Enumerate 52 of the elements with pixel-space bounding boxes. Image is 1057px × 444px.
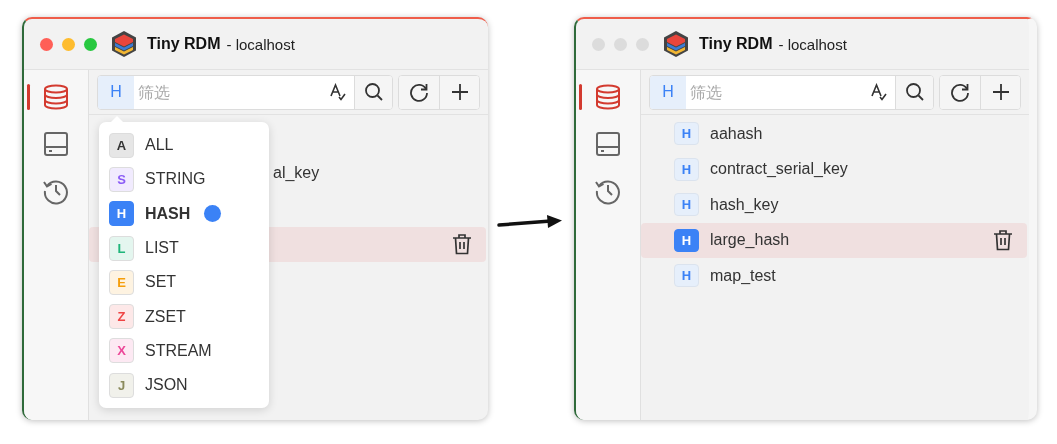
window-subtitle: - localhost: [226, 35, 295, 53]
app-logo-icon: [111, 30, 137, 58]
window-title: Tiny RDM: [699, 35, 773, 53]
refresh-icon[interactable]: [409, 82, 429, 102]
key-name[interactable]: contract_serial_key: [710, 160, 848, 179]
refresh-icon[interactable]: [950, 82, 970, 102]
database-icon[interactable]: [42, 83, 70, 111]
add-button[interactable]: [439, 75, 479, 109]
type-badge: Z: [109, 304, 134, 330]
type-menu-item[interactable]: H HASH: [99, 196, 269, 231]
type-badge: H: [674, 228, 699, 252]
type-badge: A: [109, 132, 134, 158]
close-button[interactable]: [40, 37, 53, 51]
plus-icon[interactable]: [990, 82, 1011, 102]
type-badge: X: [109, 338, 134, 364]
key-name[interactable]: large_hash: [710, 231, 790, 250]
type-menu-item[interactable]: J JSON: [99, 368, 269, 403]
type-menu-item[interactable]: A ALL: [99, 128, 269, 163]
history-icon[interactable]: [42, 177, 70, 205]
refresh-button[interactable]: [940, 75, 980, 109]
key-name[interactable]: aahash: [710, 124, 763, 143]
type-badge: E: [109, 269, 134, 295]
type-badge: H: [674, 193, 699, 217]
trash-icon[interactable]: [993, 229, 1013, 252]
arrow-icon: [497, 214, 563, 230]
type-menu-item[interactable]: L LIST: [99, 230, 269, 266]
window-title: Tiny RDM: [147, 35, 221, 53]
type-menu-item[interactable]: X STREAM: [99, 333, 269, 369]
type-badge: J: [109, 372, 134, 398]
key-name[interactable]: hash_key: [710, 195, 779, 214]
selected-key-row[interactable]: H large_hash: [641, 222, 1027, 258]
server-icon[interactable]: [595, 131, 621, 157]
history-icon[interactable]: [594, 177, 622, 205]
app-logo-icon: [663, 30, 689, 58]
key-name[interactable]: al_key: [273, 164, 320, 183]
trash-icon[interactable]: [452, 233, 472, 256]
window-subtitle: - localhost: [778, 35, 847, 53]
plus-icon[interactable]: [449, 82, 470, 102]
type-badge: L: [109, 235, 134, 261]
add-button[interactable]: [980, 75, 1020, 109]
type-menu-item[interactable]: E SET: [99, 265, 269, 300]
type-badge: S: [109, 166, 134, 192]
type-badge: H: [674, 157, 699, 181]
type-badge: H: [109, 201, 134, 227]
key-name[interactable]: map_test: [710, 266, 776, 285]
type-menu-item[interactable]: Z ZSET: [99, 299, 269, 334]
type-menu-item[interactable]: S STRING: [99, 162, 269, 197]
type-badge: H: [674, 264, 699, 288]
server-icon[interactable]: [43, 131, 69, 157]
type-badge: H: [674, 122, 699, 146]
database-icon[interactable]: [594, 83, 622, 111]
refresh-button[interactable]: [399, 75, 439, 109]
